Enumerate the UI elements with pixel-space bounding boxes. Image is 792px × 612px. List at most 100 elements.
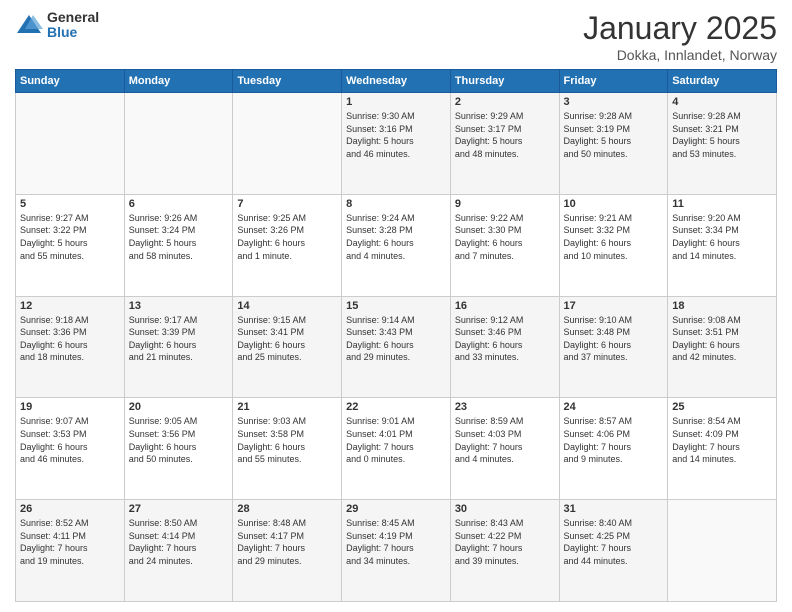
day-number: 21 [237, 401, 337, 413]
calendar-week-row: 1 Sunrise: 9:30 AM Sunset: 3:16 PM Daylig… [16, 93, 777, 195]
day-number: 7 [237, 198, 337, 210]
day-number: 9 [455, 198, 555, 210]
day-info: Sunrise: 9:30 AM Sunset: 3:16 PM Dayligh… [346, 110, 446, 160]
day-info: Sunrise: 9:03 AM Sunset: 3:58 PM Dayligh… [237, 415, 337, 465]
logo-general: General [47, 10, 99, 25]
day-info: Sunrise: 9:25 AM Sunset: 3:26 PM Dayligh… [237, 212, 337, 262]
day-number: 4 [672, 96, 772, 108]
col-monday: Monday [124, 70, 233, 93]
table-row: 31Sunrise: 8:40 AM Sunset: 4:25 PM Dayli… [559, 500, 668, 602]
day-info: Sunrise: 9:24 AM Sunset: 3:28 PM Dayligh… [346, 212, 446, 262]
day-number: 24 [564, 401, 664, 413]
table-row: 17 Sunrise: 9:10 AM Sunset: 3:48 PM Dayli… [559, 296, 668, 398]
calendar-week-row: 5 Sunrise: 9:27 AM Sunset: 3:22 PM Daylig… [16, 194, 777, 296]
page: General Blue January 2025 Dokka, Innland… [0, 0, 792, 612]
table-row: 19 Sunrise: 9:07 AM Sunset: 3:53 PM Dayli… [16, 398, 125, 500]
day-info: Sunrise: 9:17 AM Sunset: 3:39 PM Dayligh… [129, 314, 229, 364]
day-info: Sunrise: 9:26 AM Sunset: 3:24 PM Dayligh… [129, 212, 229, 262]
day-info: Sunrise: 9:07 AM Sunset: 3:53 PM Dayligh… [20, 415, 120, 465]
calendar-header-row: Sunday Monday Tuesday Wednesday Thursday… [16, 70, 777, 93]
table-row: 29 Sunrise: 8:45 AM Sunset: 4:19 PM Dayli… [342, 500, 451, 602]
table-row: 21 Sunrise: 9:03 AM Sunset: 3:58 PM Dayli… [233, 398, 342, 500]
day-number: 14 [237, 300, 337, 312]
day-number: 29 [346, 503, 446, 515]
day-info: Sunrise: 9:10 AM Sunset: 3:48 PM Dayligh… [564, 314, 664, 364]
day-info: Sunrise: 8:57 AM Sunset: 4:06 PM Dayligh… [564, 415, 664, 465]
day-info: Sunrise: 9:20 AM Sunset: 3:34 PM Dayligh… [672, 212, 772, 262]
table-row [16, 93, 125, 195]
table-row: 10 Sunrise: 9:21 AM Sunset: 3:32 PM Dayli… [559, 194, 668, 296]
table-row: 23Sunrise: 8:59 AM Sunset: 4:03 PM Dayli… [450, 398, 559, 500]
day-info: Sunrise: 9:08 AM Sunset: 3:51 PM Dayligh… [672, 314, 772, 364]
day-info: Sunrise: 9:28 AM Sunset: 3:21 PM Dayligh… [672, 110, 772, 160]
table-row [124, 93, 233, 195]
day-info: Sunrise: 9:22 AM Sunset: 3:30 PM Dayligh… [455, 212, 555, 262]
day-number: 1 [346, 96, 446, 108]
day-info: Sunrise: 9:21 AM Sunset: 3:32 PM Dayligh… [564, 212, 664, 262]
day-number: 11 [672, 198, 772, 210]
table-row: 1 Sunrise: 9:30 AM Sunset: 3:16 PM Daylig… [342, 93, 451, 195]
table-row: 11 Sunrise: 9:20 AM Sunset: 3:34 PM Dayli… [668, 194, 777, 296]
logo-icon [15, 11, 43, 39]
day-info: Sunrise: 9:14 AM Sunset: 3:43 PM Dayligh… [346, 314, 446, 364]
day-number: 17 [564, 300, 664, 312]
day-number: 12 [20, 300, 120, 312]
day-number: 26 [20, 503, 120, 515]
day-number: 25 [672, 401, 772, 413]
table-row [668, 500, 777, 602]
col-thursday: Thursday [450, 70, 559, 93]
day-number: 6 [129, 198, 229, 210]
day-number: 31 [564, 503, 664, 515]
col-friday: Friday [559, 70, 668, 93]
day-info: Sunrise: 8:45 AM Sunset: 4:19 PM Dayligh… [346, 517, 446, 567]
day-number: 19 [20, 401, 120, 413]
table-row: 18 Sunrise: 9:08 AM Sunset: 3:51 PM Dayli… [668, 296, 777, 398]
day-number: 23 [455, 401, 555, 413]
day-info: Sunrise: 9:18 AM Sunset: 3:36 PM Dayligh… [20, 314, 120, 364]
logo-blue: Blue [47, 25, 99, 40]
day-info: Sunrise: 8:48 AM Sunset: 4:17 PM Dayligh… [237, 517, 337, 567]
day-info: Sunrise: 8:43 AM Sunset: 4:22 PM Dayligh… [455, 517, 555, 567]
day-number: 13 [129, 300, 229, 312]
calendar-week-row: 12 Sunrise: 9:18 AM Sunset: 3:36 PM Dayli… [16, 296, 777, 398]
day-info: Sunrise: 9:05 AM Sunset: 3:56 PM Dayligh… [129, 415, 229, 465]
table-row: 22 Sunrise: 9:01 AM Sunset: 4:01 PM Dayli… [342, 398, 451, 500]
table-row: 7 Sunrise: 9:25 AM Sunset: 3:26 PM Daylig… [233, 194, 342, 296]
day-info: Sunrise: 9:28 AM Sunset: 3:19 PM Dayligh… [564, 110, 664, 160]
title-block: January 2025 Dokka, Innlandet, Norway [583, 10, 777, 63]
table-row: 6 Sunrise: 9:26 AM Sunset: 3:24 PM Daylig… [124, 194, 233, 296]
table-row: 3Sunrise: 9:28 AM Sunset: 3:19 PM Daylig… [559, 93, 668, 195]
day-number: 16 [455, 300, 555, 312]
col-wednesday: Wednesday [342, 70, 451, 93]
table-row: 20 Sunrise: 9:05 AM Sunset: 3:56 PM Dayli… [124, 398, 233, 500]
day-info: Sunrise: 8:54 AM Sunset: 4:09 PM Dayligh… [672, 415, 772, 465]
day-info: Sunrise: 9:15 AM Sunset: 3:41 PM Dayligh… [237, 314, 337, 364]
day-info: Sunrise: 9:01 AM Sunset: 4:01 PM Dayligh… [346, 415, 446, 465]
table-row: 4 Sunrise: 9:28 AM Sunset: 3:21 PM Daylig… [668, 93, 777, 195]
table-row: 8Sunrise: 9:24 AM Sunset: 3:28 PM Daylig… [342, 194, 451, 296]
day-info: Sunrise: 9:27 AM Sunset: 3:22 PM Dayligh… [20, 212, 120, 262]
day-number: 22 [346, 401, 446, 413]
table-row: 2Sunrise: 9:29 AM Sunset: 3:17 PM Daylig… [450, 93, 559, 195]
table-row: 28 Sunrise: 8:48 AM Sunset: 4:17 PM Dayli… [233, 500, 342, 602]
table-row: 24 Sunrise: 8:57 AM Sunset: 4:06 PM Dayli… [559, 398, 668, 500]
calendar: Sunday Monday Tuesday Wednesday Thursday… [15, 69, 777, 602]
table-row: 16Sunrise: 9:12 AM Sunset: 3:46 PM Dayli… [450, 296, 559, 398]
header: General Blue January 2025 Dokka, Innland… [15, 10, 777, 63]
location-subtitle: Dokka, Innlandet, Norway [583, 47, 777, 63]
day-info: Sunrise: 8:50 AM Sunset: 4:14 PM Dayligh… [129, 517, 229, 567]
table-row: 5 Sunrise: 9:27 AM Sunset: 3:22 PM Daylig… [16, 194, 125, 296]
col-sunday: Sunday [16, 70, 125, 93]
calendar-week-row: 26Sunrise: 8:52 AM Sunset: 4:11 PM Dayli… [16, 500, 777, 602]
table-row: 12 Sunrise: 9:18 AM Sunset: 3:36 PM Dayli… [16, 296, 125, 398]
logo-text: General Blue [47, 10, 99, 41]
day-number: 5 [20, 198, 120, 210]
day-number: 27 [129, 503, 229, 515]
day-number: 20 [129, 401, 229, 413]
day-number: 18 [672, 300, 772, 312]
day-number: 10 [564, 198, 664, 210]
calendar-week-row: 19 Sunrise: 9:07 AM Sunset: 3:53 PM Dayli… [16, 398, 777, 500]
day-number: 28 [237, 503, 337, 515]
logo: General Blue [15, 10, 99, 41]
table-row: 30Sunrise: 8:43 AM Sunset: 4:22 PM Dayli… [450, 500, 559, 602]
